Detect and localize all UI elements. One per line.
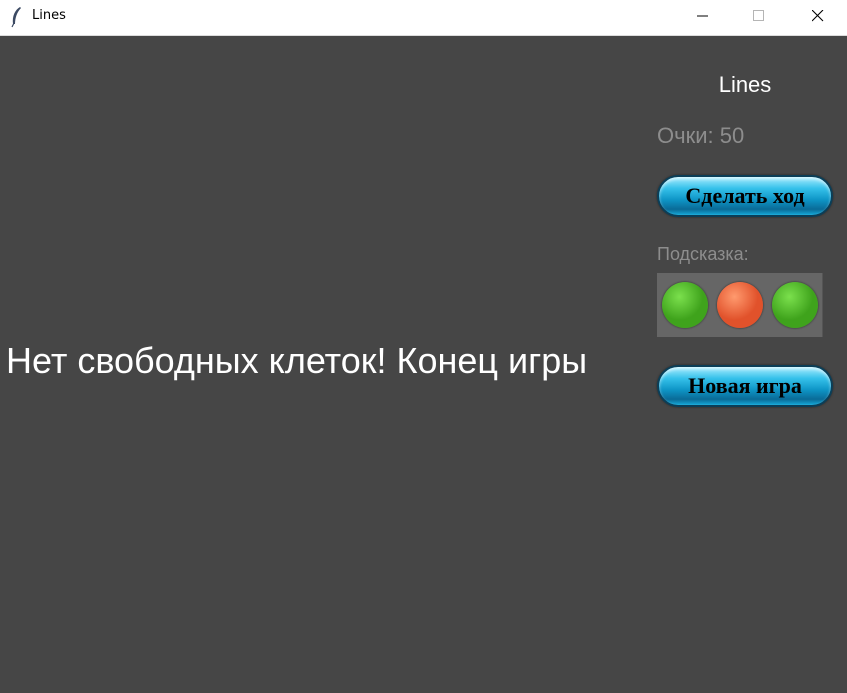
- minimize-button[interactable]: [680, 0, 726, 33]
- app-window: Lines Нет свободных клеток! Конец игры L…: [0, 0, 847, 693]
- feather-icon: [11, 7, 21, 28]
- maximize-button[interactable]: [736, 0, 782, 33]
- hint-ball: [661, 282, 708, 328]
- title-bar[interactable]: Lines: [0, 0, 847, 36]
- close-icon: [812, 10, 824, 22]
- make-move-button[interactable]: Сделать ход: [657, 175, 833, 217]
- new-game-button[interactable]: Новая игра: [657, 365, 833, 407]
- game-over-message: Нет свободных клеток! Конец игры: [6, 340, 588, 381]
- side-panel-title: Lines: [718, 72, 772, 97]
- minimize-icon: [697, 15, 708, 17]
- hint-ball: [716, 282, 763, 328]
- hint-ball: [771, 282, 818, 328]
- score-label: Очки: 50: [657, 123, 745, 148]
- hint-cell: [657, 273, 713, 337]
- window-title: Lines: [32, 8, 66, 23]
- maximize-icon: [753, 10, 764, 21]
- hint-label: Подсказка:: [657, 244, 749, 264]
- hint-cell: [712, 273, 768, 337]
- hint-cell: [767, 273, 823, 337]
- hint-grid: [657, 273, 832, 337]
- close-button[interactable]: [795, 0, 841, 33]
